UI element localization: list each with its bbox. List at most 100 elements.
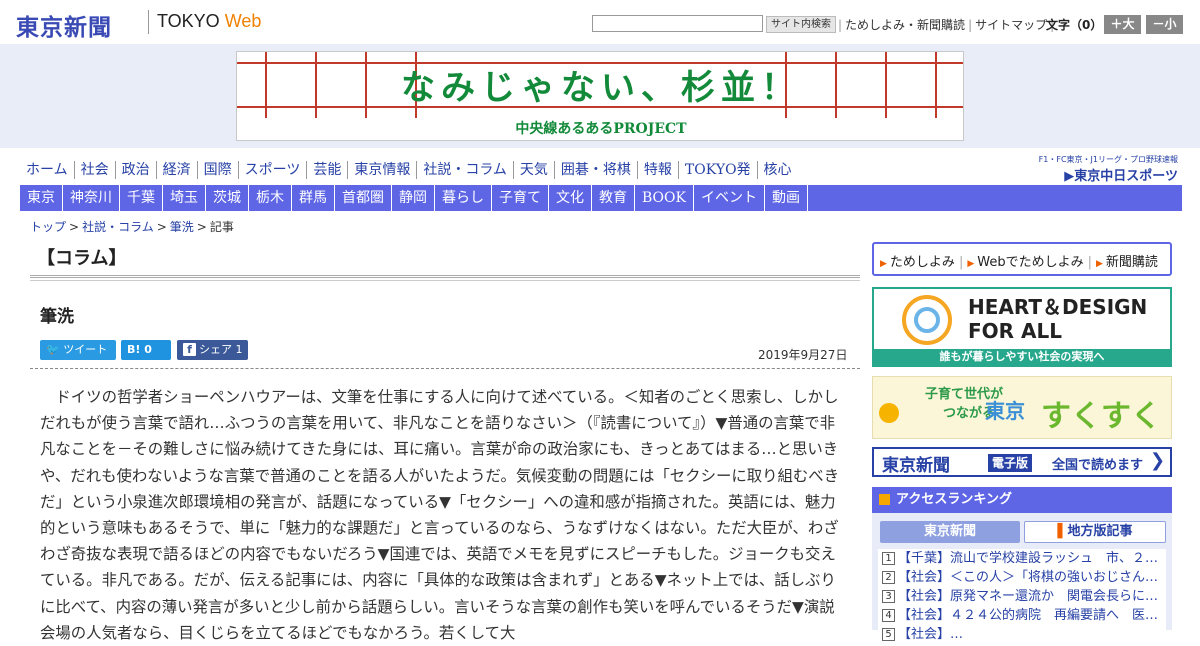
nav-entertainment[interactable]: 芸能 xyxy=(307,161,349,179)
breadcrumb-top[interactable]: トップ xyxy=(30,220,66,234)
breadcrumb-current: 記事 xyxy=(209,220,234,234)
nav-economy[interactable]: 経済 xyxy=(157,161,198,179)
breadcrumb-separator: > xyxy=(156,220,167,234)
site-search-button[interactable]: サイト内検索 xyxy=(766,16,836,33)
link-separator: | xyxy=(1087,255,1092,270)
nav-region-kanagawa[interactable]: 神奈川 xyxy=(63,185,120,211)
ranking-item[interactable]: 5 【社会】… xyxy=(878,625,1166,644)
font-smaller-button[interactable]: －小 xyxy=(1146,15,1183,34)
nav-region-tokyo[interactable]: 東京 xyxy=(20,185,63,211)
ranking-item-text: 【社会】４２４公的病院 再編要請へ 医… xyxy=(898,608,1159,623)
breadcrumb-hissen[interactable]: 筆洗 xyxy=(170,220,194,234)
nav-editorial[interactable]: 社説・コラム xyxy=(417,161,514,179)
subscription-links: ▶ ためしよみ | ▶ Webでためしよみ | ▶ 新聞購読 xyxy=(872,242,1172,276)
nav-culture[interactable]: 文化 xyxy=(549,185,592,211)
ranking-item-text: 【社会】… xyxy=(898,627,964,642)
nav-tokyo-info[interactable]: 東京情報 xyxy=(348,161,418,179)
nav-weather[interactable]: 天気 xyxy=(514,161,555,179)
tab-regional-articles[interactable]: ▌地方版記事 xyxy=(1024,521,1166,543)
nav-event[interactable]: イベント xyxy=(694,185,765,211)
nav-living[interactable]: 暮らし xyxy=(435,185,492,211)
breadcrumb-editorial[interactable]: 社説・コラム xyxy=(82,220,154,234)
hatena-bookmark-button[interactable]: B! 0 xyxy=(121,340,171,360)
twitter-bird-icon: 🐦 xyxy=(46,343,60,356)
ranking-arrow-icon xyxy=(879,494,890,505)
font-size-label: 文字（0） xyxy=(1046,18,1103,32)
nav-politics[interactable]: 政治 xyxy=(116,161,157,179)
logo-web-text: Web xyxy=(224,11,262,31)
nav-special[interactable]: 特報 xyxy=(638,161,679,179)
tweet-button[interactable]: 🐦 ツイート xyxy=(40,340,116,360)
ad-banner[interactable]: なみじゃない、杉並！ 中央線あるあるPROJECT xyxy=(236,51,964,141)
web-trial-link[interactable]: Webでためしよみ xyxy=(977,255,1083,270)
triangle-icon: ▶ xyxy=(880,259,887,269)
nav-home[interactable]: ホーム xyxy=(20,161,75,179)
nav-core[interactable]: 核心 xyxy=(758,161,798,179)
digital-edition-banner[interactable]: 東京新聞 電子版 全国で読めます ❯ xyxy=(872,447,1172,477)
nav-region-saitama[interactable]: 埼玉 xyxy=(163,185,206,211)
article-divider xyxy=(30,368,860,369)
digital-edition-logo: 東京新聞 xyxy=(882,456,950,476)
nav-region-tochigi[interactable]: 栃木 xyxy=(249,185,292,211)
trial-link[interactable]: ためしよみ xyxy=(890,255,955,270)
nav-book[interactable]: BOOK xyxy=(635,185,694,211)
ranking-item-text: 【社会】原発マネー還流か 関電会長らに… xyxy=(898,589,1159,604)
ranking-item[interactable]: 1 【千葉】流山で学校建設ラッシュ 市、２… xyxy=(878,549,1166,568)
ranking-title: アクセスランキング xyxy=(896,492,1012,507)
font-larger-button[interactable]: ＋大 xyxy=(1104,15,1141,34)
nav-international[interactable]: 国際 xyxy=(198,161,239,179)
sukusuku-tokyo: 東京 xyxy=(985,399,1025,423)
tokyo-sukusuku-banner[interactable]: 子育て世代が つながる 東京 すくすく xyxy=(872,376,1172,439)
flower-icon xyxy=(879,403,899,423)
tokyo-web-logo[interactable]: TOKYO Web xyxy=(157,11,261,32)
facebook-share-button[interactable]: f シェア 1 xyxy=(177,340,248,360)
rank-number: 4 xyxy=(882,609,895,622)
chunichi-caption: F1・FC東京・J1リーグ・プロ野球速報 xyxy=(1038,155,1178,164)
nav-region-shizuoka[interactable]: 静岡 xyxy=(392,185,435,211)
nav-region-chiba[interactable]: 千葉 xyxy=(120,185,163,211)
site-search-input[interactable] xyxy=(592,15,763,32)
heart-design-caption: 誰もが暮らしやすい社会の実現へ xyxy=(874,349,1170,365)
sitemap-link[interactable]: サイトマップ xyxy=(975,18,1047,32)
header-links: | ためしよみ・新聞購読 | サイトマップ | xyxy=(835,16,1057,33)
nav-region-gunma[interactable]: 群馬 xyxy=(292,185,335,211)
chevron-right-icon: ❯ xyxy=(1150,450,1166,471)
tweet-label: ツイート xyxy=(63,343,108,356)
chunichi-sports-logo[interactable]: ▶東京中日スポーツ xyxy=(1050,165,1178,184)
breadcrumb-separator: > xyxy=(69,220,80,234)
nav-tokyo-hatsu[interactable]: TOKYO発 xyxy=(679,161,758,179)
nav-go-shogi[interactable]: 囲碁・将棋 xyxy=(555,161,638,179)
nav-society[interactable]: 社会 xyxy=(75,161,116,179)
tab-regional-label: 地方版記事 xyxy=(1067,524,1133,539)
flower-logo-inner-icon xyxy=(914,307,940,333)
nav-sports[interactable]: スポーツ xyxy=(239,161,308,179)
tab-tokyo-shimbun[interactable]: 東京新聞 xyxy=(880,521,1020,543)
section-divider xyxy=(30,275,860,281)
nav-region-shutoken[interactable]: 首都圏 xyxy=(335,185,392,211)
triangle-icon: ▶ xyxy=(967,259,975,269)
heart-design-banner[interactable]: HEART＆DESIGN FOR ALL 誰もが暮らしやすい社会の実現へ xyxy=(872,287,1172,367)
ranking-item[interactable]: 2 【社会】＜この人＞「将棋の強いおじさん… xyxy=(878,568,1166,587)
main-nav: ホーム 社会 政治 経済 国際 スポーツ 芸能 東京情報 社説・コラム 天気 囲碁・将棋 特報 TOKY… xyxy=(20,158,798,182)
regional-nav: 東京 神奈川 千葉 埼玉 茨城 栃木 群馬 首都圏 静岡 暮らし 子育て 文化 教育 BOOK イベント 動画 xyxy=(20,185,1182,211)
nav-education[interactable]: 教育 xyxy=(592,185,635,211)
ranking-item-text: 【千葉】流山で学校建設ラッシュ 市、２… xyxy=(898,551,1159,566)
nav-video[interactable]: 動画 xyxy=(765,185,808,211)
article-body: ドイツの哲学者ショーペンハウアーは、文筆を仕事にする人に向けて述べている。＜知者… xyxy=(40,388,840,642)
nav-parenting[interactable]: 子育て xyxy=(492,185,549,211)
ranking-item-text: 【社会】＜この人＞「将棋の強いおじさん… xyxy=(898,570,1159,585)
subscribe-link[interactable]: 新聞購読 xyxy=(1106,255,1158,270)
nav-region-ibaraki[interactable]: 茨城 xyxy=(206,185,249,211)
site-logo[interactable]: 東京新聞 xyxy=(16,8,112,42)
ranking-item[interactable]: 3 【社会】原発マネー還流か 関電会長らに… xyxy=(878,587,1166,606)
breadcrumb-separator: > xyxy=(196,220,207,234)
heart-design-title-line1: HEART＆DESIGN xyxy=(968,295,1148,319)
trial-subscribe-link[interactable]: ためしよみ・新聞購読 xyxy=(845,18,965,32)
sukusuku-logo-text: すくすく xyxy=(1041,399,1161,434)
banner-subtitle: 中央線あるあるPROJECT xyxy=(515,121,687,137)
access-ranking-header: アクセスランキング xyxy=(872,487,1172,513)
banner-title: なみじゃない、杉並！ xyxy=(401,68,801,108)
ranking-item[interactable]: 4 【社会】４２４公的病院 再編要請へ 医… xyxy=(878,606,1166,625)
facebook-icon: f xyxy=(183,343,196,356)
digital-edition-text: 全国で読めます xyxy=(1052,458,1144,473)
